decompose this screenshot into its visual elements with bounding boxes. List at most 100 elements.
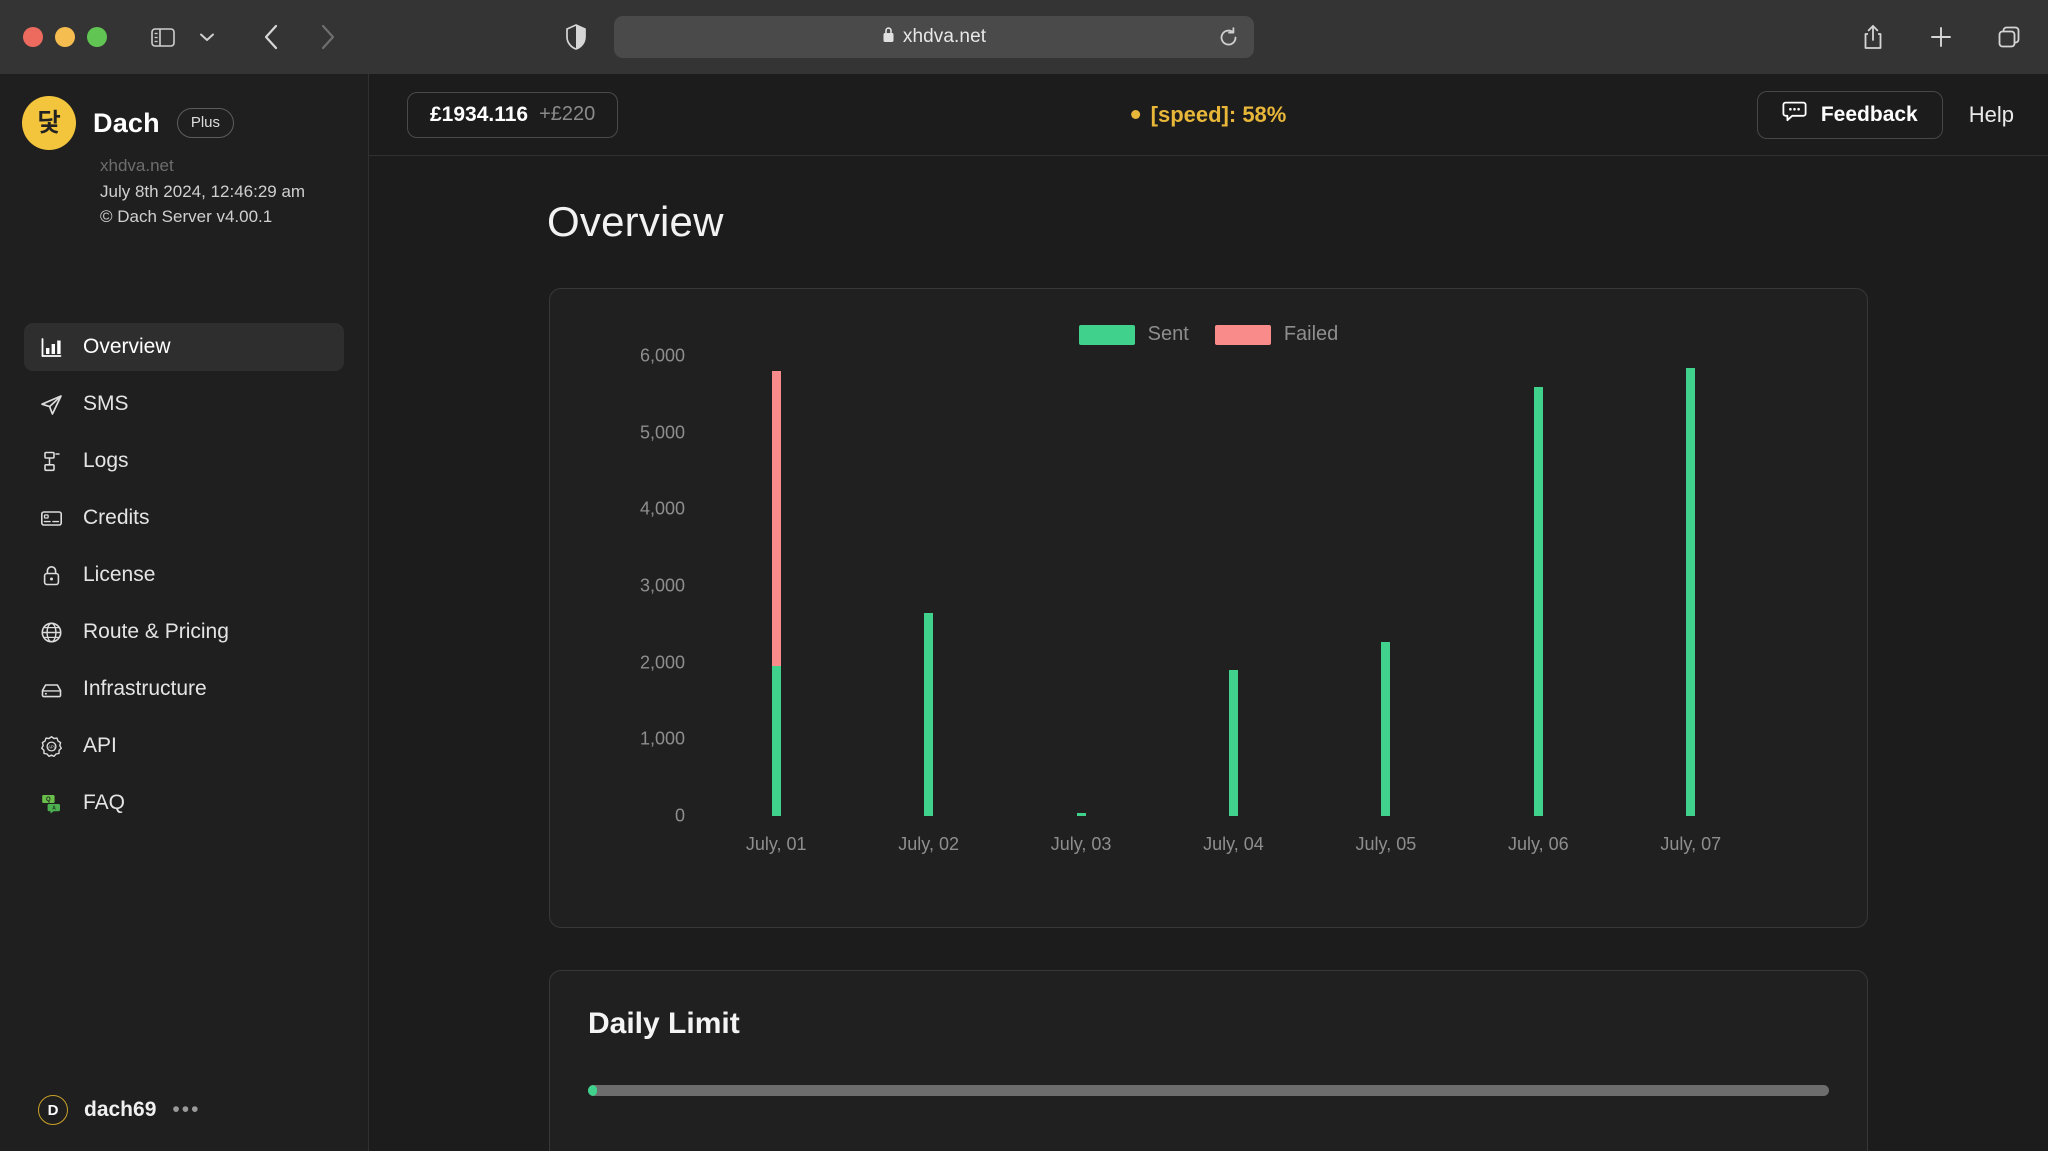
avatar: D xyxy=(38,1095,68,1125)
sidebar-item-label: License xyxy=(83,563,155,587)
daily-limit-progress-track xyxy=(588,1085,1829,1096)
chart-bars xyxy=(700,356,1767,816)
topbar-actions: Feedback Help xyxy=(1757,91,2014,139)
balance-delta: +£220 xyxy=(539,103,595,126)
feedback-button[interactable]: Feedback xyxy=(1757,91,1943,139)
back-chevron-icon[interactable] xyxy=(250,16,292,58)
sidebar-item-credits[interactable]: Credits xyxy=(24,494,344,542)
legend-label: Failed xyxy=(1284,323,1338,346)
plan-badge: Plus xyxy=(177,108,234,138)
window-minimize-button[interactable] xyxy=(55,27,75,47)
feedback-label: Feedback xyxy=(1821,103,1918,127)
balance-amount: £1934.116 xyxy=(430,103,528,127)
sidebar-item-overview[interactable]: Overview xyxy=(24,323,344,371)
chart-bar-slot[interactable] xyxy=(1615,356,1767,816)
y-axis-tick-label: 1,000 xyxy=(640,729,685,750)
lock-icon xyxy=(882,26,895,48)
y-axis-tick-label: 4,000 xyxy=(640,499,685,520)
credit-card-icon xyxy=(39,506,64,531)
server-timestamp: July 8th 2024, 12:46:29 am xyxy=(100,182,368,202)
sidebar-item-logs[interactable]: Logs xyxy=(24,437,344,485)
help-link[interactable]: Help xyxy=(1969,102,2014,128)
x-axis-tick-label: July, 06 xyxy=(1462,834,1614,855)
sidebar-item-faq[interactable]: QA FAQ xyxy=(24,779,344,827)
chart-x-axis: July, 01July, 02July, 03July, 04July, 05… xyxy=(700,834,1767,855)
ellipsis-icon[interactable]: ••• xyxy=(172,1104,200,1117)
url-text-group: xhdva.net xyxy=(882,26,986,48)
window-traffic-lights xyxy=(23,27,107,47)
status-badge: [speed]: 58% xyxy=(1131,102,1287,128)
sidebar-toggle-icon[interactable] xyxy=(142,16,184,58)
browser-right-controls xyxy=(1852,16,2030,58)
brand-domain: xhdva.net xyxy=(100,156,368,176)
brand-row[interactable]: 닻 Dach Plus xyxy=(0,74,368,150)
y-axis-tick-label: 3,000 xyxy=(640,576,685,597)
balance-pill[interactable]: £1934.116 +£220 xyxy=(407,92,618,138)
chat-bubble-icon xyxy=(1782,101,1807,128)
chart-bar-stack[interactable] xyxy=(1229,670,1238,816)
y-axis-tick-label: 2,000 xyxy=(640,652,685,673)
sidebar-item-sms[interactable]: SMS xyxy=(24,380,344,428)
tab-overview-icon[interactable] xyxy=(1988,16,2030,58)
sidebar-item-label: Credits xyxy=(83,506,150,530)
daily-limit-card: Daily Limit xyxy=(549,970,1868,1151)
chart-bar-slot[interactable] xyxy=(852,356,1004,816)
server-icon xyxy=(39,677,64,702)
legend-swatch xyxy=(1079,325,1135,345)
chart-bar-stack[interactable] xyxy=(772,371,781,816)
plus-icon[interactable] xyxy=(1920,16,1962,58)
chart-bar-segment-sent xyxy=(924,613,933,816)
daily-limit-title: Daily Limit xyxy=(588,1007,1829,1041)
sidebar-item-label: Route & Pricing xyxy=(83,620,229,644)
chart-bar-segment-sent xyxy=(772,666,781,816)
forward-chevron-icon[interactable] xyxy=(306,16,348,58)
faq-chat-icon: QA xyxy=(39,791,64,816)
y-axis-tick-label: 0 xyxy=(675,806,685,827)
sidebar-item-route-pricing[interactable]: Route & Pricing xyxy=(24,608,344,656)
sidebar-item-api[interactable]: API API xyxy=(24,722,344,770)
overview-chart-card: SentFailed 01,0002,0003,0004,0005,0006,0… xyxy=(549,288,1868,928)
main-content: £1934.116 +£220 [speed]: 58% Feedback He… xyxy=(369,74,2048,1151)
reload-icon[interactable] xyxy=(1216,25,1240,49)
chart-bar-slot[interactable] xyxy=(1462,356,1614,816)
share-icon[interactable] xyxy=(1852,16,1894,58)
brand-logo: 닻 xyxy=(22,96,76,150)
legend-swatch xyxy=(1215,325,1271,345)
sidebar: 닻 Dach Plus xhdva.net July 8th 2024, 12:… xyxy=(0,74,369,1151)
browser-sidebar-controls xyxy=(142,16,228,58)
x-axis-tick-label: July, 07 xyxy=(1615,834,1767,855)
globe-icon xyxy=(39,620,64,645)
chart-bar-slot[interactable] xyxy=(1157,356,1309,816)
brand-name: Dach xyxy=(93,108,160,139)
paper-plane-icon xyxy=(39,392,64,417)
url-input[interactable]: xhdva.net xyxy=(614,16,1254,58)
sidebar-item-infrastructure[interactable]: Infrastructure xyxy=(24,665,344,713)
chart-bar-stack[interactable] xyxy=(1534,387,1543,816)
chart-bar-slot[interactable] xyxy=(1310,356,1462,816)
chart-bar-stack[interactable] xyxy=(1381,642,1390,816)
window-maximize-button[interactable] xyxy=(87,27,107,47)
shield-icon[interactable] xyxy=(555,16,597,58)
lock-icon xyxy=(39,563,64,588)
chevron-down-icon[interactable] xyxy=(186,16,228,58)
sidebar-user-menu[interactable]: D dach69 ••• xyxy=(38,1095,200,1125)
chart-bar-segment-sent xyxy=(1077,813,1086,816)
chart-bar-stack[interactable] xyxy=(1077,813,1086,816)
chart-bar-stack[interactable] xyxy=(1686,368,1695,817)
app-shell: 닻 Dach Plus xhdva.net July 8th 2024, 12:… xyxy=(0,74,2048,1151)
legend-entry[interactable]: Sent xyxy=(1079,323,1189,346)
chart-bar-slot[interactable] xyxy=(700,356,852,816)
sidebar-item-label: API xyxy=(83,734,117,758)
chart-bar-stack[interactable] xyxy=(924,613,933,816)
chart-y-axis: 01,0002,0003,0004,0005,0006,000 xyxy=(590,356,685,876)
chart-bar-slot[interactable] xyxy=(1005,356,1157,816)
bar-chart-icon xyxy=(39,335,64,360)
chart-bar-segment-sent xyxy=(1686,368,1695,817)
username-label: dach69 xyxy=(84,1098,156,1122)
x-axis-tick-label: July, 03 xyxy=(1005,834,1157,855)
speed-status-label: [speed]: 58% xyxy=(1151,102,1287,128)
window-close-button[interactable] xyxy=(23,27,43,47)
legend-entry[interactable]: Failed xyxy=(1215,323,1338,346)
server-copyright: © Dach Server v4.00.1 xyxy=(100,207,368,227)
sidebar-item-license[interactable]: License xyxy=(24,551,344,599)
